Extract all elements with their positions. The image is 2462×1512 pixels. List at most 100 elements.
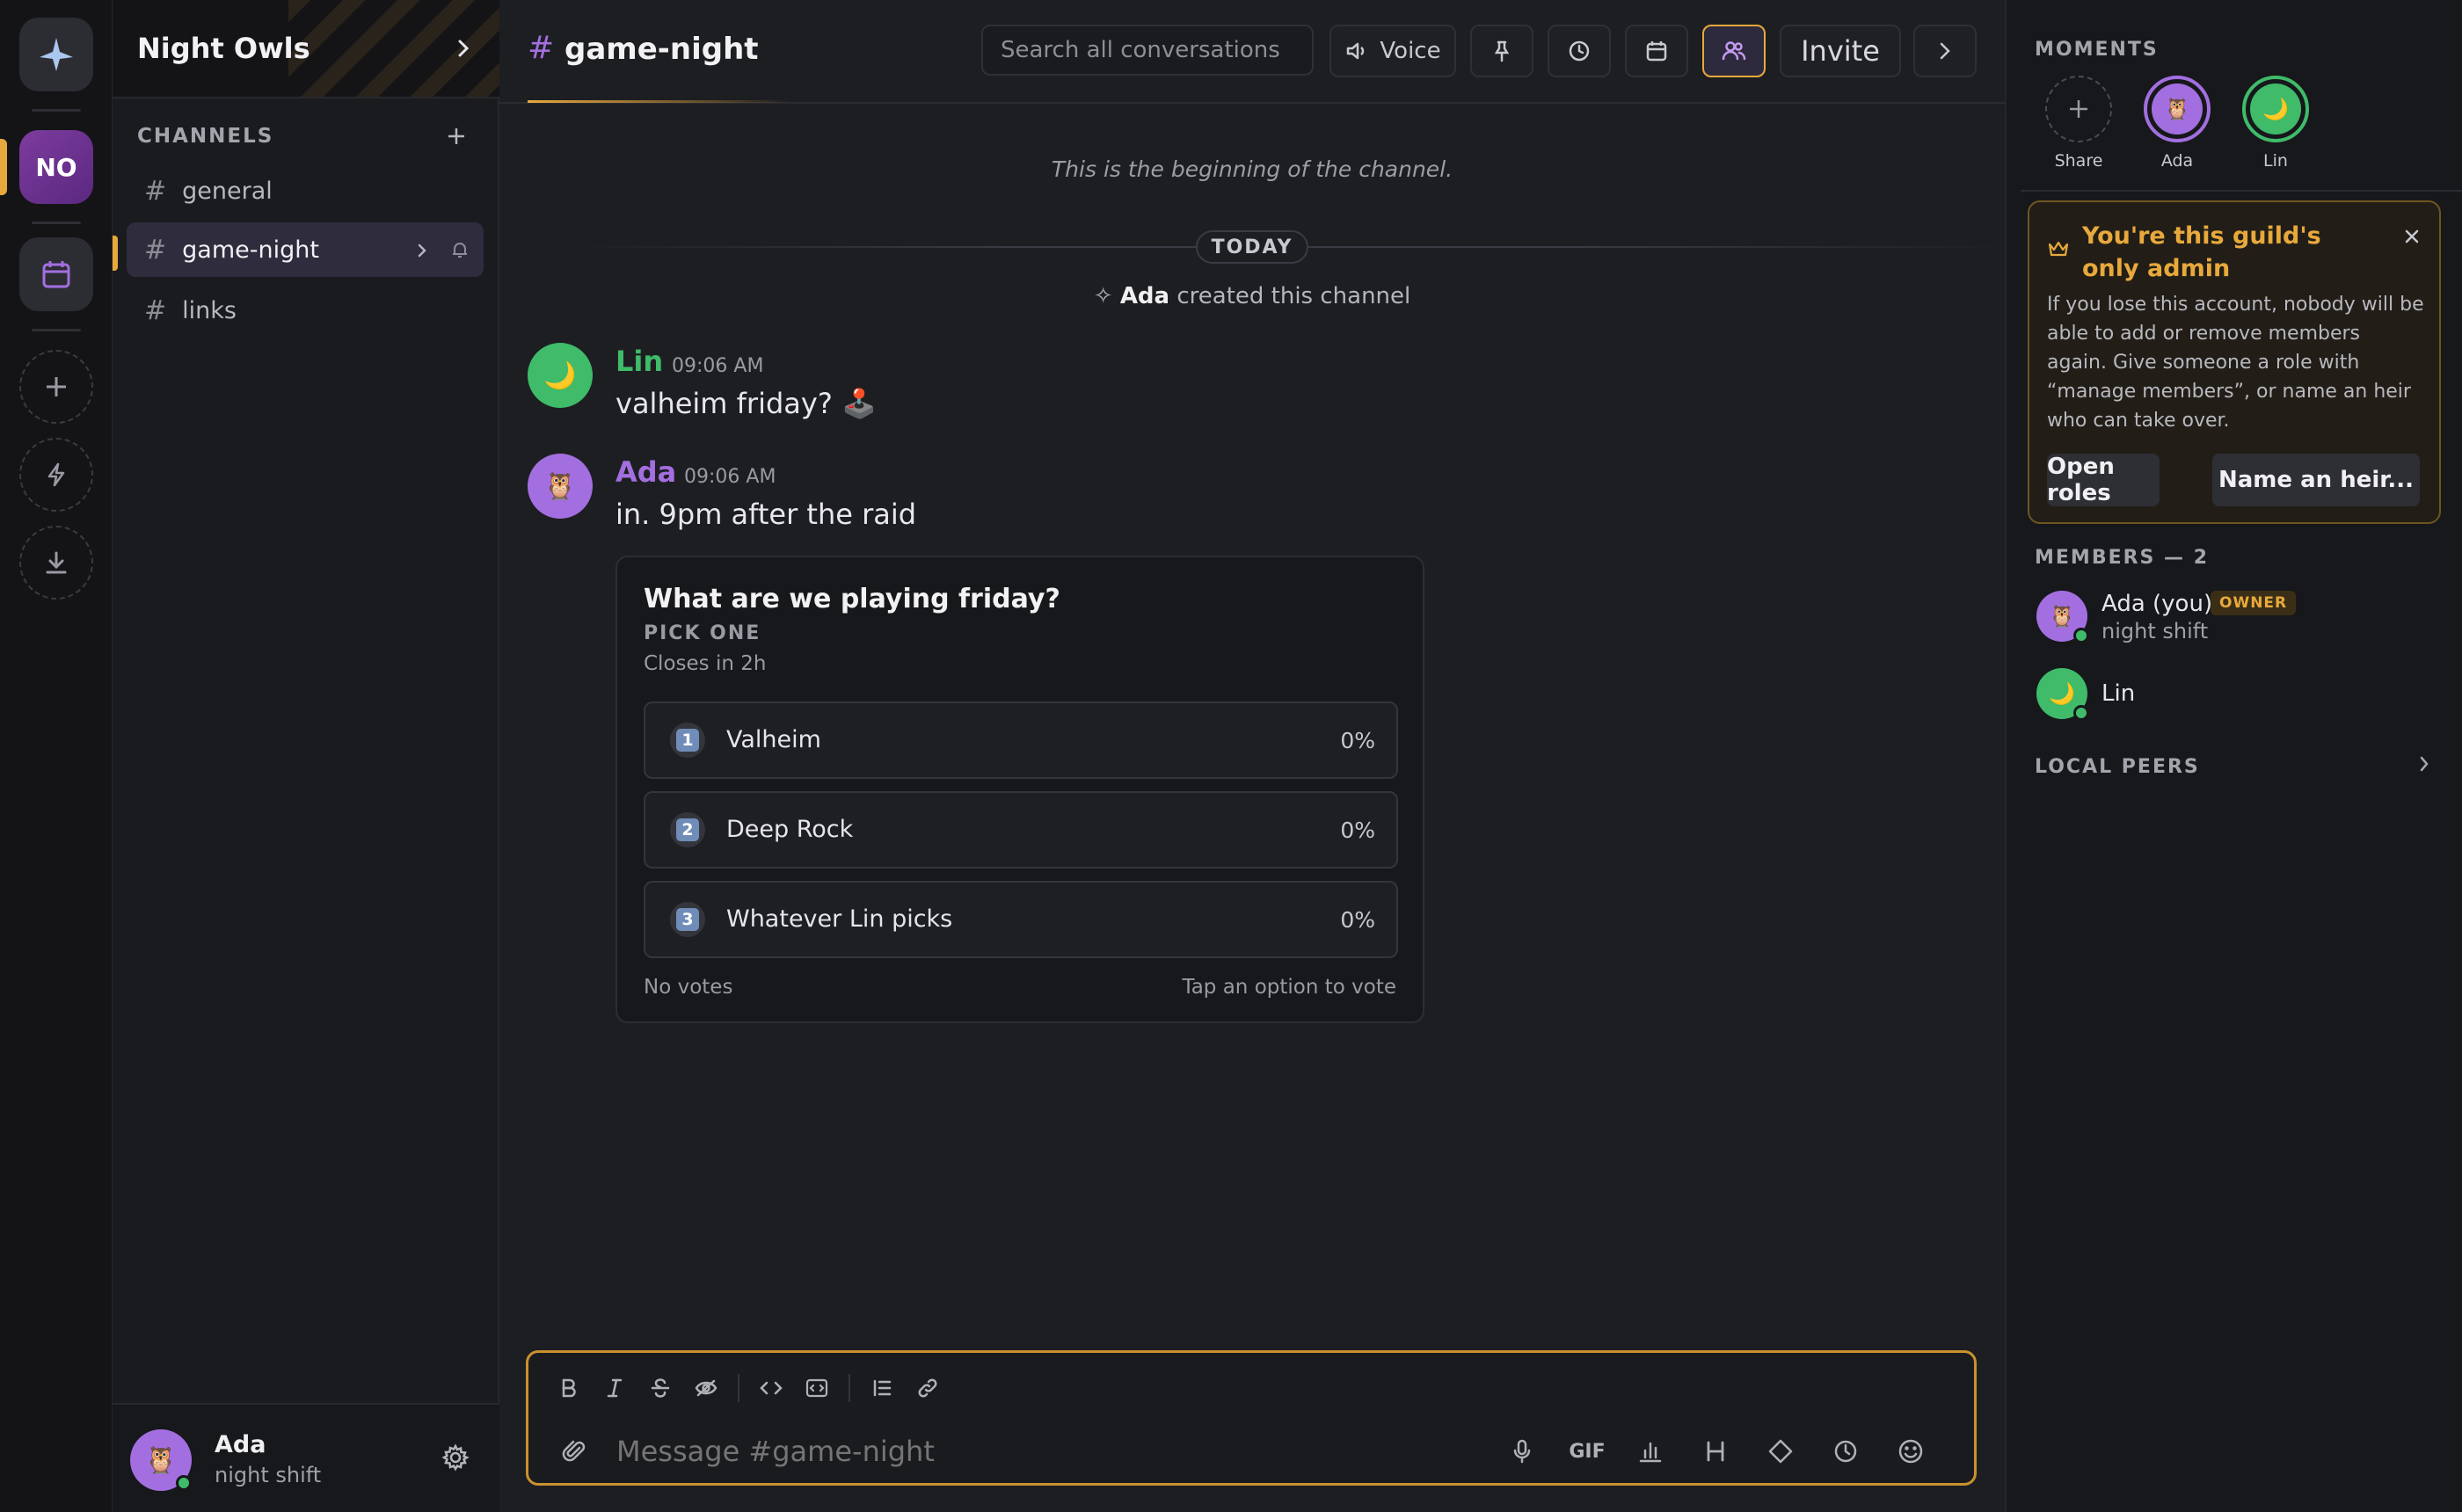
history-button[interactable] [1548, 25, 1611, 77]
poll-option-label: Deep Rock [726, 816, 854, 843]
collapse-panel-button[interactable] [1913, 25, 1977, 77]
plus-icon [2070, 100, 2087, 118]
open-roles-button[interactable]: Open roles [2047, 454, 2160, 506]
spoiler-icon [695, 1379, 717, 1397]
italic-button[interactable] [595, 1369, 634, 1407]
poll-option[interactable]: 3 Whatever Lin picks 0% [644, 881, 1398, 958]
members-section-label: MEMBERS — 2 [2035, 547, 2210, 569]
list-button[interactable] [863, 1369, 901, 1407]
emoji-icon [1898, 1439, 1923, 1464]
download-button[interactable] [19, 526, 93, 600]
guild-header[interactable]: Night Owls [113, 0, 499, 98]
clock-icon [1569, 40, 1590, 62]
owl-icon: 🦉 [543, 470, 577, 502]
italic-icon [607, 1378, 623, 1398]
moment-ada[interactable]: 🦉 [2144, 76, 2211, 142]
channel-item-links[interactable]: # links [127, 283, 484, 338]
member-name[interactable]: Ada (you) [2101, 591, 2212, 617]
chevron-right-icon[interactable] [2415, 754, 2434, 774]
hash-icon: # [144, 175, 167, 207]
guild-name: Night Owls [137, 32, 310, 65]
schedule-button[interactable] [1826, 1432, 1865, 1471]
channel-header: # game-night Search all conversations Vo… [499, 0, 2005, 104]
sticker-button[interactable] [1761, 1432, 1800, 1471]
channel-item-game-night[interactable]: # game-night [127, 222, 484, 277]
invite-button[interactable]: Invite [1780, 25, 1901, 77]
bell-icon[interactable] [450, 240, 470, 259]
moment-lin[interactable]: 🌙 [2242, 76, 2309, 142]
user-bar: 🦉 Ada night shift [113, 1403, 499, 1512]
poll-option-percent: 0% [1340, 907, 1375, 933]
avatar: 🦉 [2152, 84, 2203, 134]
app-logo-icon [40, 38, 73, 71]
app-logo-button[interactable] [19, 18, 93, 91]
gear-icon[interactable] [441, 1443, 470, 1472]
voice-message-button[interactable] [1503, 1432, 1541, 1471]
message-author[interactable]: Ada [616, 455, 676, 489]
channel-item-label: game-night [182, 236, 319, 264]
moment-label: Ada [2160, 151, 2194, 171]
crown-icon [2048, 241, 2069, 257]
quick-actions-button[interactable] [19, 438, 93, 512]
moment-label: Lin [2263, 151, 2288, 171]
gif-button[interactable]: GIF [1562, 1432, 1612, 1471]
poll-vote-count: No votes [644, 976, 733, 999]
strikethrough-button[interactable] [641, 1369, 680, 1407]
channel-item-general[interactable]: # general [127, 164, 484, 218]
emoji-button[interactable] [1891, 1432, 1930, 1471]
channel-item-label: general [182, 177, 273, 205]
add-guild-button[interactable] [19, 350, 93, 424]
user-name: Ada [215, 1431, 266, 1458]
clock-icon [1834, 1440, 1857, 1463]
attach-button[interactable] [555, 1432, 594, 1471]
inline-code-button[interactable] [752, 1369, 790, 1407]
option-number-icon: 1 [670, 723, 705, 758]
message-input[interactable] [616, 1430, 1496, 1472]
poll-option-percent: 0% [1340, 728, 1375, 753]
local-peers-section-label[interactable]: LOCAL PEERS [2035, 756, 2200, 778]
share-moment-button[interactable] [2045, 76, 2112, 142]
heading-button[interactable] [1696, 1432, 1735, 1471]
page-title: game-night [565, 32, 759, 67]
member-name[interactable]: Lin [2101, 680, 2135, 707]
poll-option[interactable]: 2 Deep Rock 0% [644, 791, 1398, 869]
name-heir-button[interactable]: Name an heir... [2212, 454, 2420, 506]
owl-icon: 🦉 [2049, 604, 2075, 629]
avatar[interactable]: 🦉 [528, 454, 593, 519]
add-channel-button[interactable] [441, 121, 471, 151]
poll-option[interactable]: 1 Valheim 0% [644, 701, 1398, 779]
calendar-icon [42, 261, 70, 288]
message-time: 09:06 AM [684, 466, 776, 488]
close-icon[interactable] [2402, 227, 2422, 246]
poll-button[interactable] [1631, 1432, 1670, 1471]
rail-separator [32, 222, 81, 224]
chevron-right-icon[interactable] [413, 242, 431, 259]
code-block-button[interactable] [798, 1369, 836, 1407]
right-panel: MOMENTS Share 🦉 Ada 🌙 Lin You're this gu… [2005, 0, 2462, 1512]
poll-card: What are we playing friday? PICK ONE Clo… [616, 556, 1424, 1023]
events-button[interactable] [19, 237, 93, 311]
online-status-dot [176, 1475, 192, 1491]
admin-notice-body: If you lose this account, nobody will be… [2047, 294, 2424, 432]
main-chat: # game-night Search all conversations Vo… [499, 0, 2008, 1512]
avatar[interactable]: 🌙 [528, 343, 593, 408]
link-button[interactable] [908, 1369, 947, 1407]
list-icon [873, 1379, 892, 1397]
owner-badge: OWNER [2211, 591, 2297, 615]
events-button[interactable] [1625, 25, 1688, 77]
rail-separator [32, 329, 81, 331]
guild-button-night-owls[interactable]: NO [19, 130, 93, 204]
toolbar-separator [849, 1374, 850, 1402]
channel-sidebar: Night Owls CHANNELS # general # game-nig… [113, 0, 499, 1512]
search-input[interactable]: Search all conversations [981, 25, 1314, 76]
message-author[interactable]: Lin [616, 345, 663, 378]
bold-button[interactable] [550, 1369, 588, 1407]
diamond-icon [1768, 1439, 1793, 1464]
moments-section-label: MOMENTS [2035, 39, 2159, 61]
pins-button[interactable] [1470, 25, 1533, 77]
voice-button[interactable]: Voice [1329, 25, 1456, 77]
moon-icon: 🌙 [2049, 681, 2075, 706]
members-toggle-button[interactable] [1702, 25, 1766, 77]
spoiler-button[interactable] [687, 1369, 725, 1407]
toolbar-separator [738, 1374, 739, 1402]
